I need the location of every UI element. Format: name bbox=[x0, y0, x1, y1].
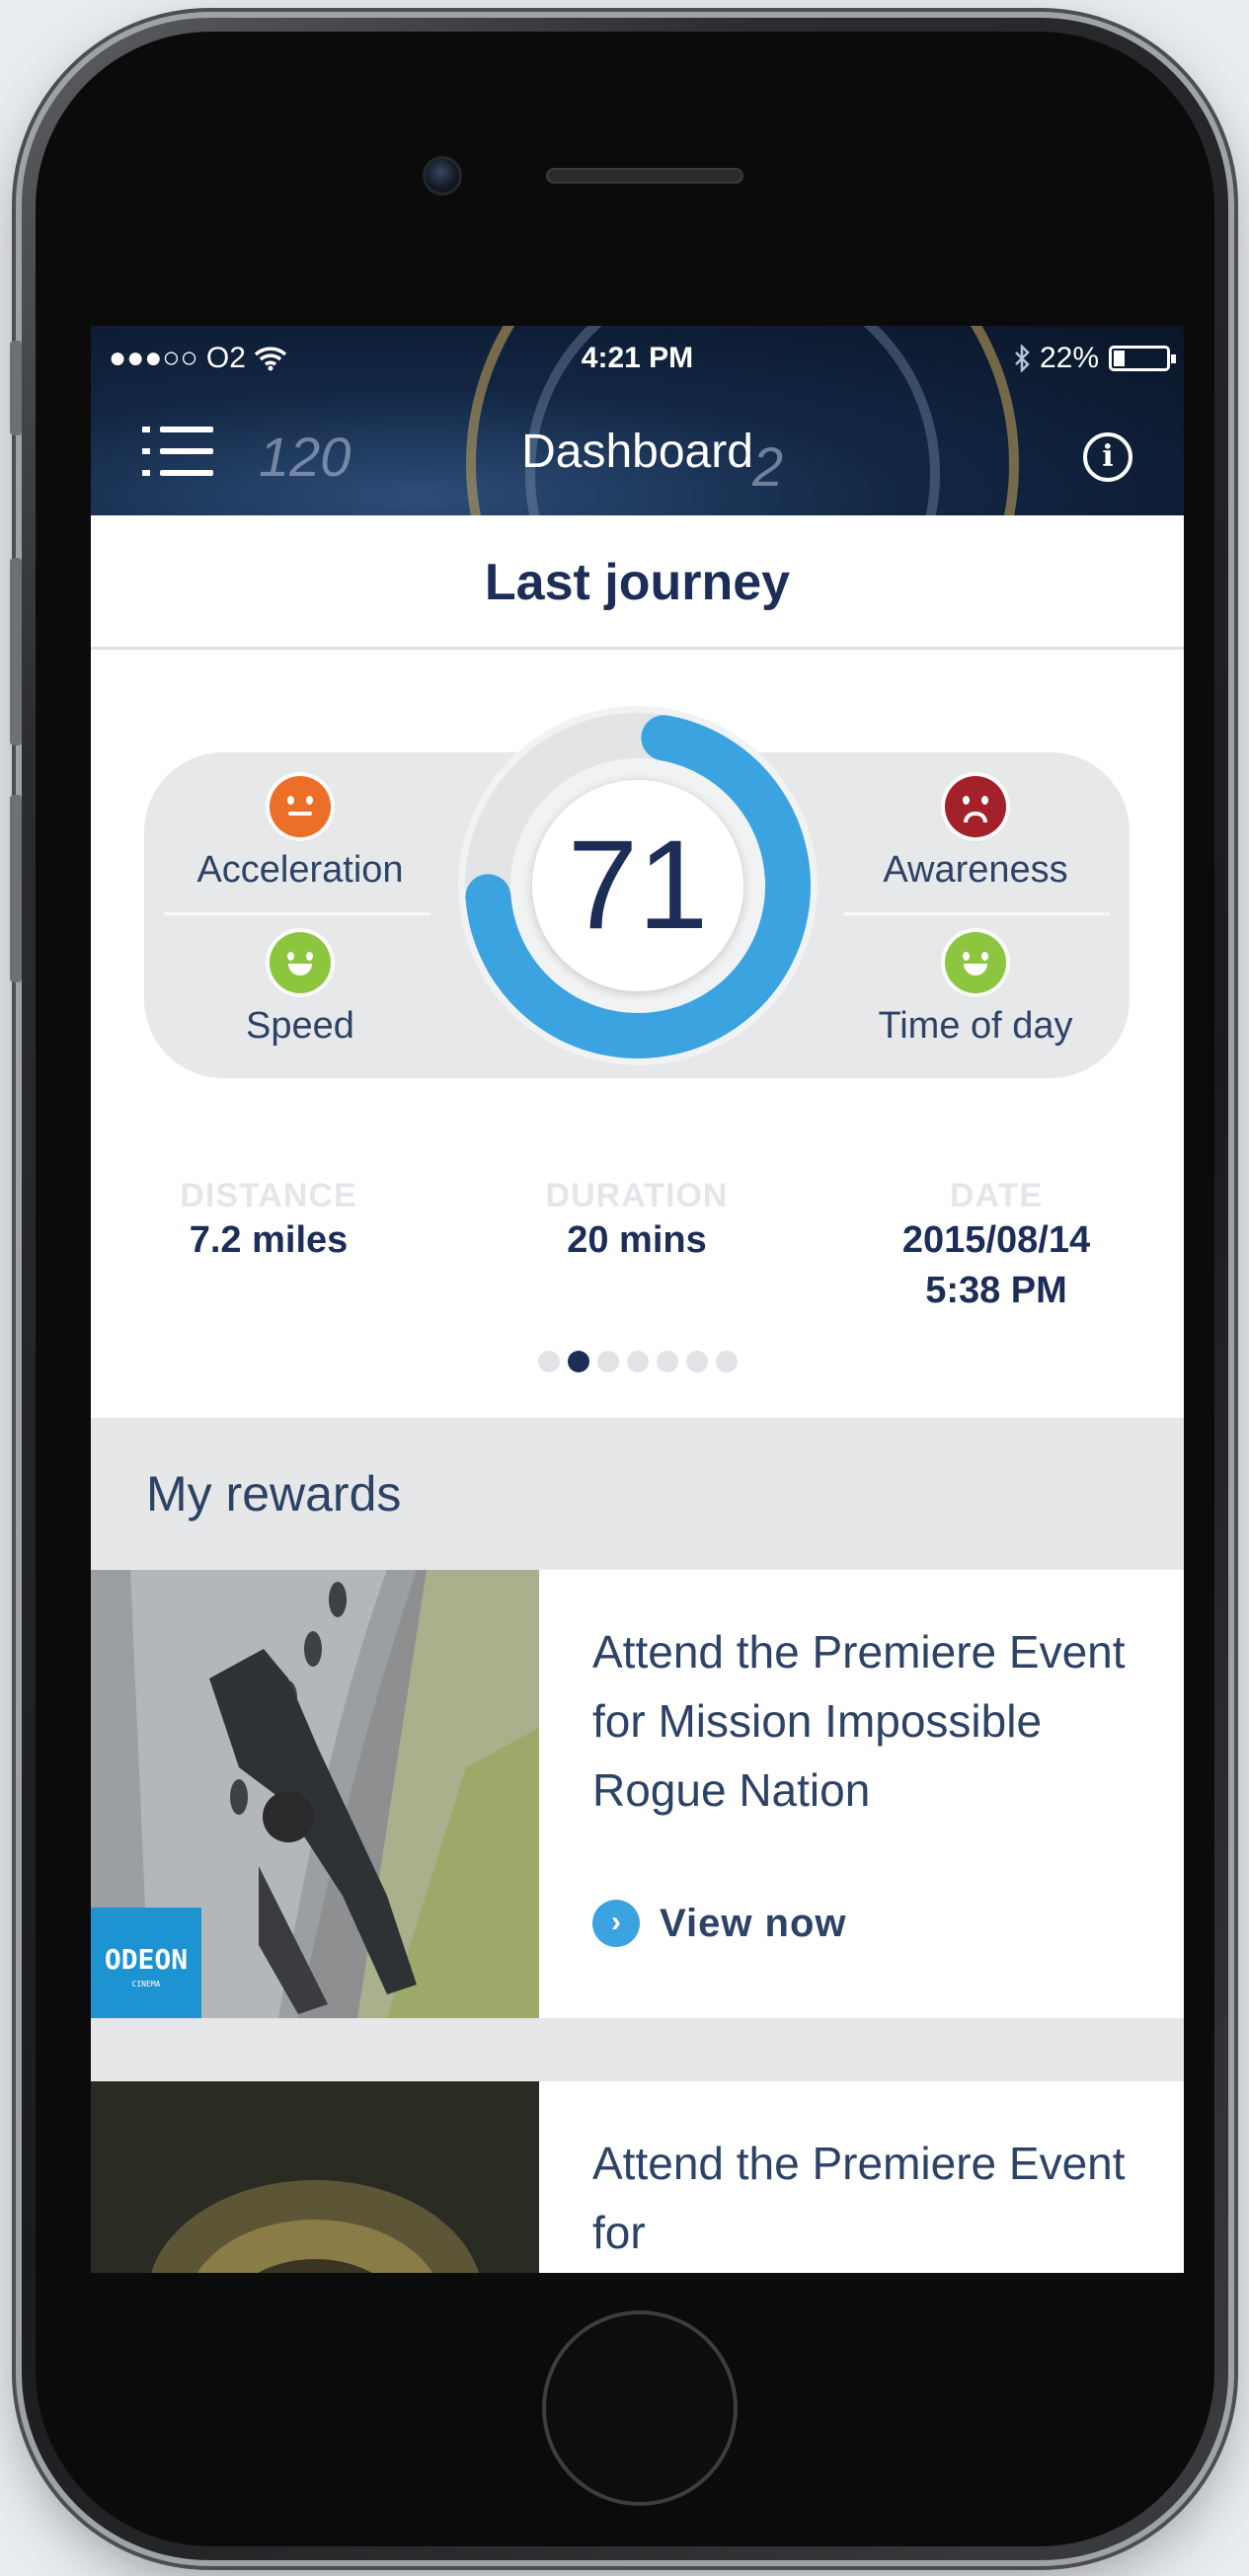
stat-label: DISTANCE bbox=[180, 1177, 357, 1214]
page-dot[interactable] bbox=[567, 1351, 589, 1372]
page-dot[interactable] bbox=[656, 1351, 678, 1372]
panel-divider bbox=[843, 912, 1110, 915]
page-dot[interactable] bbox=[715, 1351, 738, 1372]
page-title: Dashboard bbox=[521, 426, 753, 478]
sad-face-icon bbox=[945, 776, 1006, 837]
odeon-logo: ODEON CINEMA bbox=[91, 1908, 201, 2018]
battery-percent: 22% bbox=[1039, 342, 1099, 374]
bluetooth-icon bbox=[1015, 345, 1030, 372]
page-dot[interactable] bbox=[537, 1351, 560, 1372]
nav-bar: Dashboard i bbox=[91, 395, 1184, 513]
category-speed[interactable]: Speed bbox=[162, 932, 438, 1048]
volume-down-button bbox=[10, 795, 22, 982]
category-awareness[interactable]: Awareness bbox=[837, 776, 1114, 892]
info-icon[interactable]: i bbox=[1083, 432, 1132, 482]
page-dot[interactable] bbox=[596, 1351, 619, 1372]
volume-up-button bbox=[10, 558, 22, 745]
stat-value: 7.2 miles bbox=[189, 1219, 349, 1261]
category-time-of-day[interactable]: Time of day bbox=[837, 932, 1114, 1048]
journey-score: 71 bbox=[567, 815, 709, 956]
stat-value-time: 5:38 PM bbox=[925, 1270, 1067, 1311]
front-camera bbox=[423, 156, 462, 195]
battery-level bbox=[1114, 351, 1126, 366]
reward-title: Attend the Premiere Event for Mission Im… bbox=[592, 1626, 1126, 1816]
home-button[interactable] bbox=[542, 2310, 738, 2506]
view-now-label: View now bbox=[660, 1901, 847, 1945]
category-label: Time of day bbox=[878, 1005, 1073, 1047]
stat-value: 20 mins bbox=[567, 1219, 707, 1261]
neutral-face-icon bbox=[270, 776, 331, 837]
page-dot[interactable] bbox=[685, 1351, 708, 1372]
score-gauge[interactable]: 71 bbox=[455, 703, 820, 1068]
page-indicator[interactable] bbox=[91, 1351, 1184, 1372]
reward-image-art bbox=[91, 2081, 539, 2273]
chevron-right-icon: › bbox=[592, 1900, 640, 1947]
category-label: Awareness bbox=[883, 849, 1068, 891]
page-dot[interactable] bbox=[626, 1351, 649, 1372]
category-acceleration[interactable]: Acceleration bbox=[162, 776, 438, 892]
battery-icon bbox=[1109, 346, 1176, 371]
rewards-header: My rewards bbox=[91, 1418, 1184, 1570]
category-label: Acceleration bbox=[196, 849, 404, 891]
earpiece-speaker bbox=[546, 168, 743, 184]
status-bar: ●●●○○ O2 4:21 PM 22% bbox=[91, 326, 1184, 387]
stat-label: DURATION bbox=[545, 1177, 729, 1214]
stat-date: DATE 2015/08/14 5:38 PM bbox=[848, 1177, 1144, 1312]
reward-image bbox=[91, 2081, 539, 2273]
card-separator bbox=[91, 2018, 1184, 2081]
stat-distance: DISTANCE 7.2 miles bbox=[120, 1177, 417, 1262]
stat-label: DATE bbox=[949, 1177, 1044, 1214]
reward-image: ODEON CINEMA bbox=[91, 1570, 539, 2018]
reward-card[interactable]: ODEON CINEMA Attend the Premiere Event f… bbox=[91, 1570, 1184, 2018]
panel-divider bbox=[164, 912, 430, 915]
last-journey-title: Last journey bbox=[91, 515, 1184, 650]
happy-face-icon bbox=[945, 932, 1006, 993]
view-now-button[interactable]: › View now bbox=[592, 1900, 847, 1947]
top-bar: 120 2 ●●●○○ O2 4:21 PM 22% Dashboard i bbox=[91, 326, 1184, 515]
stat-value: 2015/08/14 bbox=[901, 1219, 1091, 1261]
mute-switch bbox=[10, 341, 22, 435]
category-label: Speed bbox=[246, 1005, 354, 1047]
happy-face-icon bbox=[270, 932, 331, 993]
stat-duration: DURATION 20 mins bbox=[489, 1177, 785, 1262]
reward-card[interactable]: Attend the Premiere Event for bbox=[91, 2081, 1184, 2273]
reward-title: Attend the Premiere Event for bbox=[592, 2138, 1126, 2258]
app-screen: 120 2 ●●●○○ O2 4:21 PM 22% Dashboard i L… bbox=[91, 326, 1184, 2273]
